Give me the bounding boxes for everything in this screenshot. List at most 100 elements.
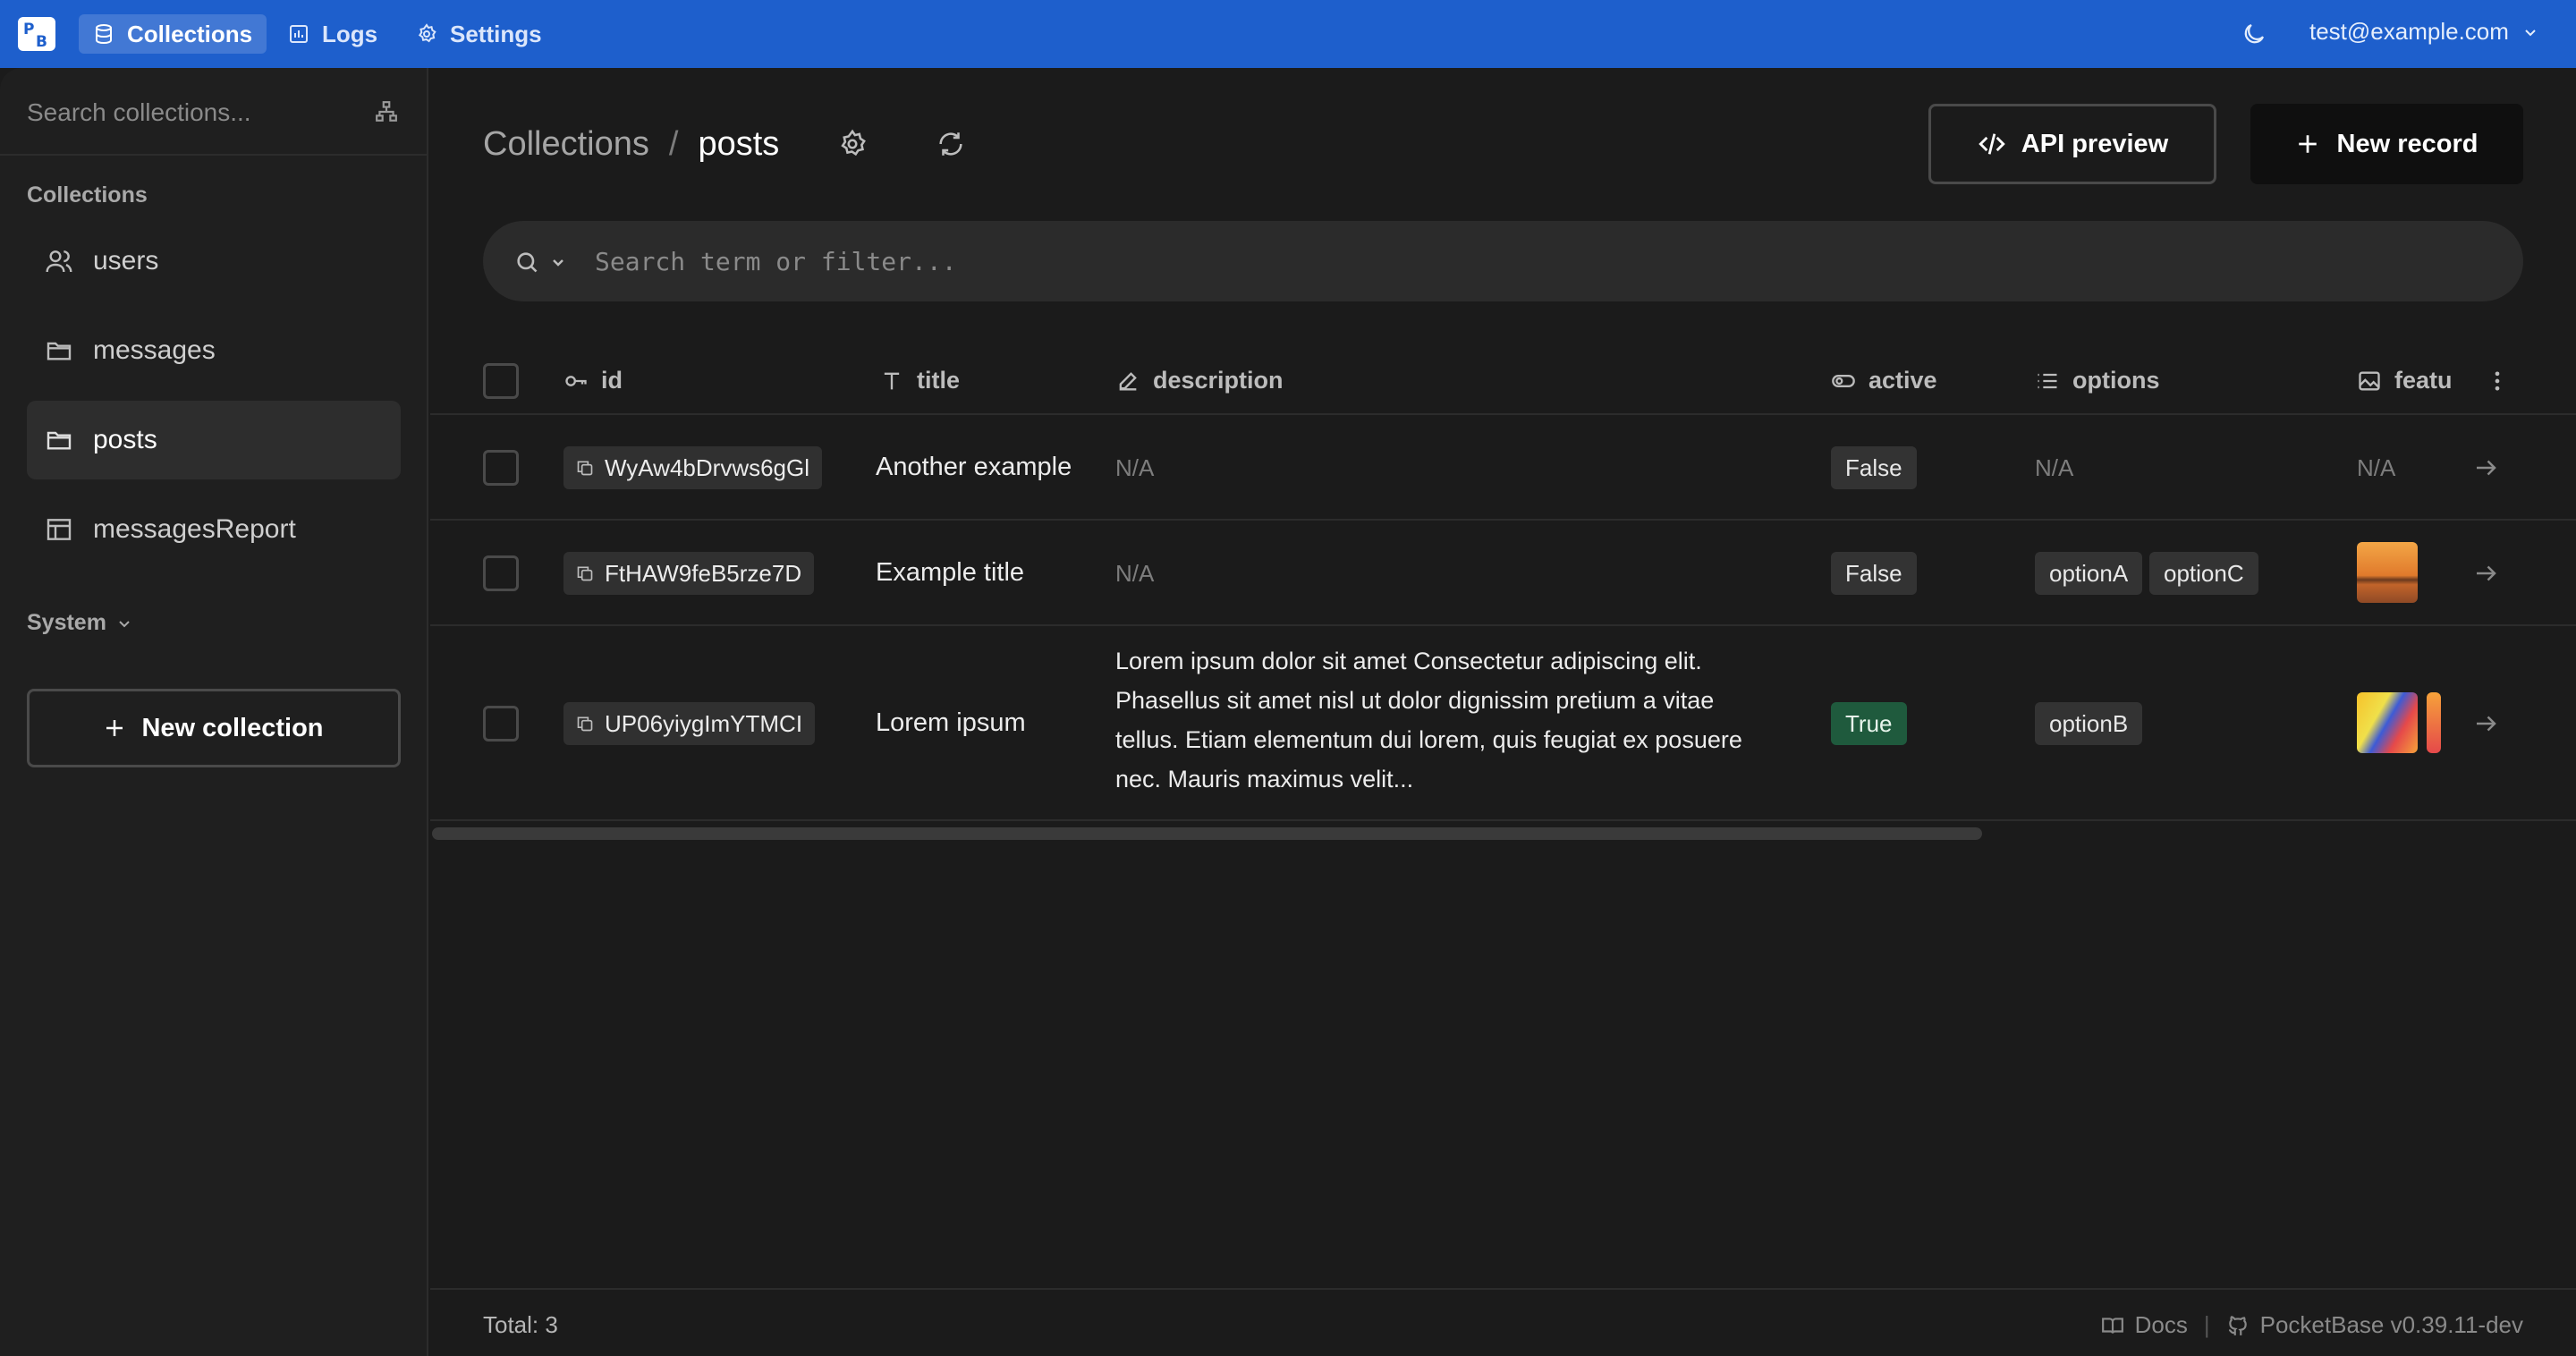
refresh-icon[interactable] xyxy=(936,129,966,159)
new-collection-button[interactable]: New collection xyxy=(27,689,401,767)
sidebar-item-posts[interactable]: posts xyxy=(27,401,401,479)
record-id-chip[interactable]: WyAw4bDrvws6gGl xyxy=(564,446,823,489)
record-search-placeholder: Search term or filter... xyxy=(595,247,957,276)
record-id-chip[interactable]: UP06yiygImYTMCI xyxy=(564,702,816,745)
code-icon xyxy=(1979,133,2005,155)
new-collection-label: New collection xyxy=(141,713,324,742)
table-row[interactable]: WyAw4bDrvws6gGl Another example N/A Fals… xyxy=(430,415,2576,521)
record-description: N/A xyxy=(1115,454,1155,481)
row-checkbox[interactable] xyxy=(483,706,519,742)
record-search-input[interactable]: Search term or filter... xyxy=(483,221,2523,301)
table-row[interactable]: UP06yiygImYTMCI Lorem ipsum Lorem ipsum … xyxy=(430,626,2576,821)
column-label: options xyxy=(2072,367,2160,394)
api-preview-button[interactable]: API preview xyxy=(1928,104,2216,184)
table-row[interactable]: FtHAW9feB5rze7D Example title N/A False … xyxy=(430,521,2576,626)
sidebar-item-users[interactable]: users xyxy=(27,222,401,301)
record-id-chip[interactable]: FtHAW9feB5rze7D xyxy=(564,552,815,595)
collections-search-input[interactable]: Search collections... xyxy=(0,68,427,156)
users-icon xyxy=(46,250,72,273)
svg-text:P: P xyxy=(23,21,34,38)
search-icon xyxy=(517,252,538,273)
more-vertical-icon[interactable] xyxy=(2485,369,2510,394)
chevron-down-icon xyxy=(2525,29,2536,36)
image-icon xyxy=(2359,371,2380,390)
featured-thumbnail[interactable] xyxy=(2357,542,2418,603)
sitemap-icon[interactable] xyxy=(375,100,398,123)
nav-logs[interactable]: Logs xyxy=(274,14,392,54)
pocketbase-logo[interactable]: P B xyxy=(17,16,56,52)
copy-icon xyxy=(577,566,593,581)
sidebar-item-label: messages xyxy=(93,335,216,365)
record-title: Lorem ipsum xyxy=(876,708,1026,737)
column-label: description xyxy=(1153,367,1284,394)
row-checkbox[interactable] xyxy=(483,555,519,591)
breadcrumb-separator: / xyxy=(668,125,679,163)
version-link[interactable]: PocketBase v0.39.11-dev xyxy=(2260,1311,2523,1339)
record-id: FtHAW9feB5rze7D xyxy=(605,559,802,587)
docs-link[interactable]: Docs xyxy=(2135,1311,2188,1339)
record-title: Another example xyxy=(876,453,1072,481)
plus-icon xyxy=(106,720,123,736)
toggle-icon xyxy=(1832,374,1855,387)
user-menu[interactable]: test@example.com xyxy=(2309,18,2538,46)
top-navbar: P B Collections Logs Settings test@examp… xyxy=(0,0,2576,68)
option-badge: optionC xyxy=(2149,552,2258,595)
moon-icon[interactable] xyxy=(2241,21,2267,47)
column-header-options[interactable]: options xyxy=(2035,367,2159,394)
collection-settings-gear-icon[interactable] xyxy=(837,129,868,159)
table-header: id title description active options feat… xyxy=(430,347,2576,415)
list-icon xyxy=(2038,373,2057,388)
table-icon xyxy=(47,519,72,540)
featured-thumbnail[interactable] xyxy=(2427,692,2441,753)
copy-icon xyxy=(577,461,593,476)
option-badge: optionB xyxy=(2035,702,2143,745)
chevron-down-icon[interactable] xyxy=(551,255,565,269)
description-line: Phasellus sit amet nisl ut dolor digniss… xyxy=(1115,687,1715,714)
arrow-right-icon[interactable] xyxy=(2472,454,2499,481)
plus-icon xyxy=(2298,135,2317,153)
column-header-active[interactable]: active xyxy=(1831,367,1937,394)
breadcrumb-current: posts xyxy=(698,125,780,163)
column-header-description[interactable]: description xyxy=(1115,367,1284,394)
description-line: Lorem ipsum dolor sit amet Consectetur a… xyxy=(1115,648,1702,674)
folder-icon xyxy=(47,342,72,360)
github-icon xyxy=(2228,1315,2247,1335)
option-badge: optionA xyxy=(2035,552,2143,595)
nav-settings[interactable]: Settings xyxy=(402,14,556,54)
horizontal-scrollbar[interactable] xyxy=(432,827,1982,840)
column-header-featured[interactable]: featu xyxy=(2357,367,2462,394)
arrow-right-icon[interactable] xyxy=(2472,560,2499,587)
database-icon xyxy=(96,24,112,45)
column-header-id[interactable]: id xyxy=(564,367,623,394)
breadcrumb-root[interactable]: Collections xyxy=(483,125,649,164)
text-icon xyxy=(884,372,900,389)
column-label: active xyxy=(1868,367,1937,394)
svg-text:B: B xyxy=(36,33,47,51)
record-description: Lorem ipsum dolor sit amet Consectetur a… xyxy=(1115,641,1804,799)
sidebar-item-messagesreport[interactable]: messagesReport xyxy=(27,490,401,569)
edit-icon xyxy=(1119,371,1137,390)
new-record-button[interactable]: New record xyxy=(2250,104,2523,184)
record-id: WyAw4bDrvws6gGl xyxy=(605,453,810,481)
record-description: N/A xyxy=(1115,560,1155,587)
nav-collections-label: Collections xyxy=(127,20,253,47)
footer-divider: | xyxy=(2203,1311,2210,1338)
description-line: tellus. Etiam elementum dui lorem, quis … xyxy=(1115,726,1742,753)
nav-collections[interactable]: Collections xyxy=(79,14,267,54)
folder-icon xyxy=(47,431,72,450)
key-icon xyxy=(565,375,587,386)
column-label: id xyxy=(601,367,623,394)
row-checkbox[interactable] xyxy=(483,450,519,486)
select-all-checkbox[interactable] xyxy=(483,363,519,399)
sidebar-item-label: messagesReport xyxy=(93,514,296,544)
column-header-title[interactable]: title xyxy=(879,367,960,394)
arrow-right-icon[interactable] xyxy=(2472,710,2499,737)
featured-thumbnail[interactable] xyxy=(2357,692,2418,753)
system-toggle[interactable]: System xyxy=(27,610,131,636)
column-label: featu xyxy=(2394,367,2453,394)
nav-settings-label: Settings xyxy=(450,20,542,47)
new-record-label: New record xyxy=(2336,129,2479,158)
sidebar-item-messages[interactable]: messages xyxy=(27,311,401,390)
column-label: title xyxy=(917,367,961,394)
sidebar: Search collections... Collections users … xyxy=(0,68,428,1356)
